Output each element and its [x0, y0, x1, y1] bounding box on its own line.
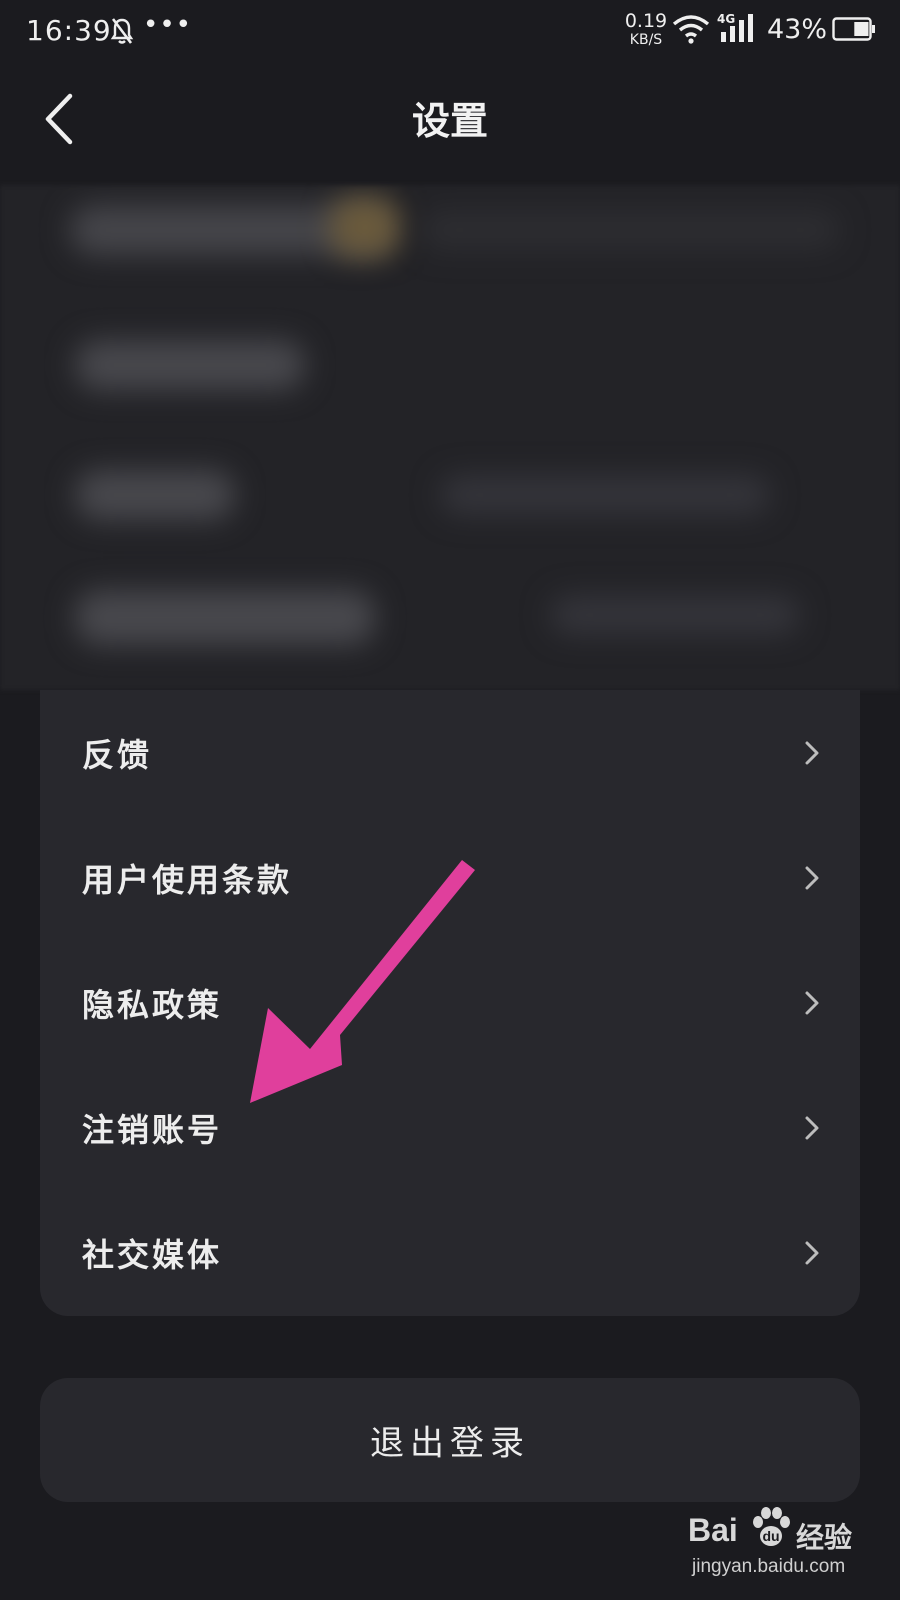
status-bar: 16:39 ••• 0.19 KB/S 4G 43%	[0, 0, 900, 64]
chevron-right-icon	[805, 866, 819, 889]
bell-mute-icon	[110, 18, 134, 44]
settings-item-social-media[interactable]: 社交媒体	[40, 1190, 860, 1315]
settings-item-label: 反馈	[82, 735, 153, 774]
chevron-right-icon	[805, 1116, 819, 1139]
battery-icon	[832, 17, 875, 41]
watermark: Bai du 经验 jingyan.baidu.com	[688, 1502, 888, 1586]
more-indicator: •••	[143, 10, 193, 40]
chevron-right-icon	[805, 1241, 819, 1264]
settings-item-feedback[interactable]: 反馈	[40, 690, 860, 815]
chevron-right-icon	[805, 991, 819, 1014]
settings-item-label: 注销账号	[82, 1110, 223, 1149]
logout-button[interactable]: 退出登录	[40, 1378, 860, 1502]
watermark-brand-cn: 经验	[796, 1521, 853, 1554]
svg-text:du: du	[762, 1528, 779, 1544]
watermark-url: jingyan.baidu.com	[692, 1556, 846, 1577]
wifi-icon	[672, 15, 710, 44]
status-time: 16:39	[26, 14, 112, 47]
page-title: 设置	[411, 98, 488, 143]
network-speed: 0.19 KB/S	[620, 10, 672, 48]
chevron-right-icon	[805, 741, 819, 764]
settings-item-delete-account[interactable]: 注销账号	[40, 1065, 860, 1190]
settings-item-label: 隐私政策	[82, 985, 223, 1024]
settings-item-label: 用户使用条款	[82, 860, 293, 899]
network-speed-unit: KB/S	[629, 32, 663, 48]
blurred-region	[0, 185, 900, 690]
settings-list: 反馈 用户使用条款 隐私政策 注销账号 社交媒体	[40, 690, 860, 1316]
settings-item-label: 社交媒体	[82, 1235, 223, 1274]
logout-label: 退出登录	[370, 1423, 530, 1464]
network-speed-value: 0.19	[624, 10, 668, 32]
cellular-signal-icon	[721, 14, 753, 42]
watermark-brand: Bai	[688, 1512, 738, 1548]
battery-percent: 43%	[767, 14, 828, 45]
settings-item-terms[interactable]: 用户使用条款	[40, 815, 860, 940]
settings-item-privacy[interactable]: 隐私政策	[40, 940, 860, 1065]
paw-icon: du	[753, 1507, 790, 1546]
header: 设置	[0, 64, 900, 174]
